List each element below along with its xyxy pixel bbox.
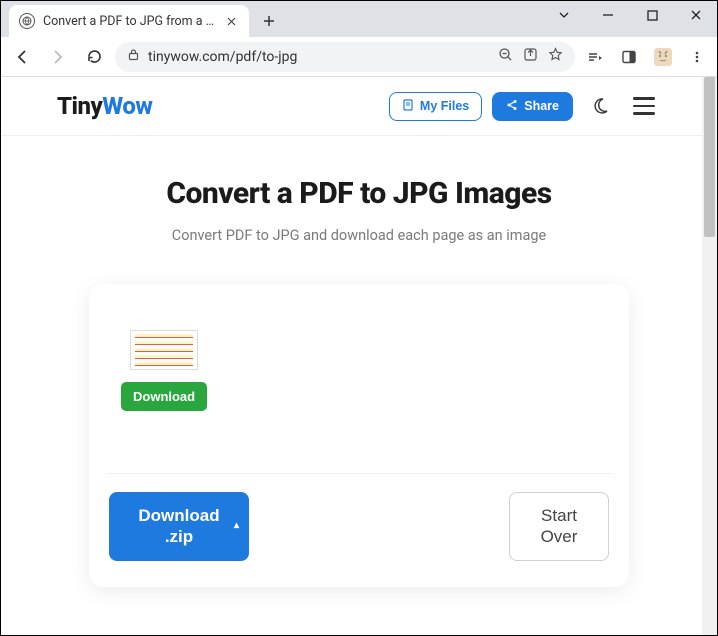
card-divider [107, 473, 611, 474]
result-card: Download Download .zip ▴ Start Over [89, 284, 629, 587]
download-zip-button[interactable]: Download .zip ▴ [109, 492, 249, 561]
bookmark-star-icon[interactable] [548, 47, 563, 66]
toolbar-extensions [581, 43, 711, 71]
dark-mode-toggle[interactable] [583, 89, 617, 123]
hamburger-menu[interactable] [627, 89, 661, 123]
tab-title: Convert a PDF to JPG from a Sma [43, 14, 215, 29]
share-url-icon[interactable] [523, 47, 538, 66]
caret-up-icon: ▴ [234, 520, 239, 533]
file-icon [402, 99, 414, 114]
start-over-line1: Start [541, 506, 577, 525]
download-zip-line1: Download [138, 506, 219, 525]
profile-avatar[interactable] [649, 43, 677, 71]
browser-chrome: Convert a PDF to JPG from a Sma tinywow.… [1, 1, 717, 77]
side-panel-icon[interactable] [615, 43, 643, 71]
kebab-menu-icon[interactable] [683, 43, 711, 71]
media-control-icon[interactable] [581, 43, 609, 71]
forward-button[interactable] [43, 42, 73, 72]
page-viewport: TinyWow My Files Share Convert a PDF to … [1, 77, 717, 635]
page-title: Convert a PDF to JPG Images [57, 176, 661, 211]
download-image-button[interactable]: Download [121, 382, 207, 411]
my-files-label: My Files [420, 99, 469, 113]
share-button[interactable]: Share [492, 92, 573, 121]
page-subtitle: Convert PDF to JPG and download each pag… [57, 227, 661, 244]
new-tab-button[interactable] [255, 7, 283, 35]
share-icon [506, 99, 518, 114]
scrollbar-thumb[interactable] [704, 77, 715, 237]
window-controls [542, 0, 718, 30]
thumbnail-item: Download [121, 330, 207, 411]
browser-tab[interactable]: Convert a PDF to JPG from a Sma [9, 5, 249, 37]
url-text: tinywow.com/pdf/to-jpg [148, 49, 297, 65]
window-caret-down[interactable] [542, 0, 586, 30]
tab-close-icon[interactable] [223, 13, 239, 29]
site-header: TinyWow My Files Share [1, 77, 717, 136]
thumbnail-list: Download [107, 314, 611, 437]
window-close[interactable] [674, 0, 718, 30]
zoom-icon[interactable] [498, 47, 513, 66]
start-over-line2: Over [541, 527, 578, 546]
logo-wow-text: Wow [102, 92, 152, 120]
logo-tiny-text: Tiny [57, 92, 102, 120]
window-minimize[interactable] [586, 0, 630, 30]
download-zip-line2: .zip [165, 527, 193, 546]
share-label: Share [524, 99, 559, 113]
site-logo[interactable]: TinyWow [57, 92, 152, 120]
card-actions: Download .zip ▴ Start Over [107, 492, 611, 561]
browser-toolbar: tinywow.com/pdf/to-jpg [1, 37, 717, 77]
lock-icon [127, 48, 140, 65]
main-content: Convert a PDF to JPG Images Convert PDF … [1, 136, 717, 587]
start-over-button[interactable]: Start Over [509, 492, 609, 561]
vertical-scrollbar[interactable] [702, 77, 717, 635]
globe-icon [19, 13, 35, 29]
header-actions: My Files Share [389, 89, 661, 123]
my-files-button[interactable]: My Files [389, 92, 482, 121]
address-bar-actions [498, 47, 563, 66]
back-button[interactable] [7, 42, 37, 72]
address-bar[interactable]: tinywow.com/pdf/to-jpg [115, 42, 575, 72]
reload-button[interactable] [79, 42, 109, 72]
page-thumbnail[interactable] [130, 330, 198, 370]
window-maximize[interactable] [630, 0, 674, 30]
